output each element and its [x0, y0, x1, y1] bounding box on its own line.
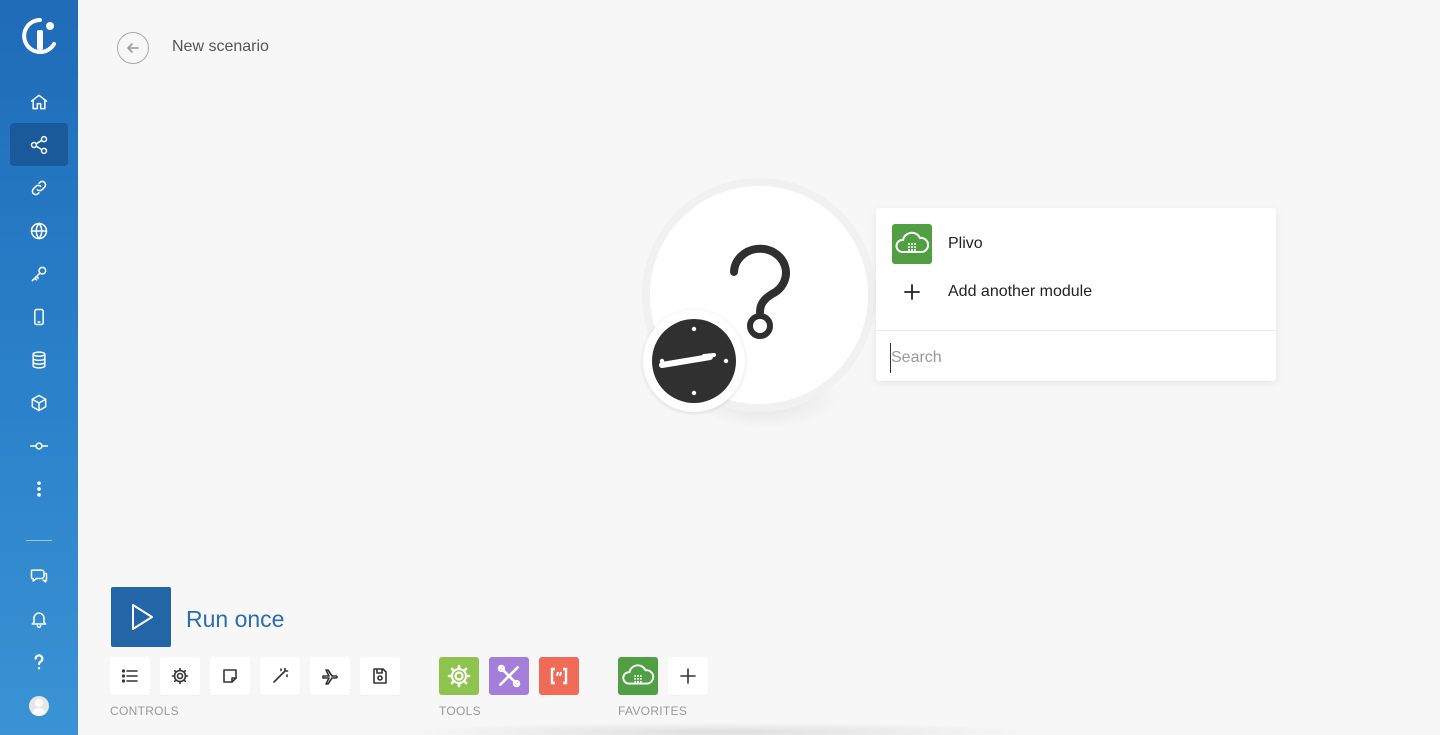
- clock-icon: [659, 326, 729, 396]
- arrow-left-icon: [127, 43, 139, 53]
- sidebar-item-notifications[interactable]: [10, 597, 68, 640]
- home-icon: [30, 94, 48, 109]
- plus-icon: [892, 272, 932, 312]
- plivo-icon: [892, 224, 932, 264]
- explain-flow-button[interactable]: [310, 657, 350, 695]
- add-module-option[interactable]: Add another module: [892, 272, 1092, 312]
- module-popover: Plivo Add another module: [876, 208, 1276, 381]
- text-parser-tool[interactable]: [539, 657, 579, 695]
- cube-icon: [31, 394, 47, 411]
- sidebar-item-help[interactable]: [10, 640, 68, 683]
- favorite-plivo[interactable]: [618, 657, 658, 695]
- commit-icon: [29, 441, 49, 450]
- make-logo-icon[interactable]: [20, 16, 60, 56]
- plus-icon: [680, 668, 696, 684]
- play-icon: [132, 604, 153, 630]
- tools-label: TOOLS: [439, 704, 481, 718]
- plivo-option[interactable]: Plivo: [892, 224, 983, 264]
- list-icon: [121, 669, 138, 683]
- database-icon: [32, 350, 46, 369]
- controls-label: CONTROLS: [110, 704, 180, 718]
- auto-align-button[interactable]: [260, 657, 300, 695]
- airplane-icon: [322, 669, 338, 685]
- back-button[interactable]: [117, 32, 149, 64]
- share-nodes-icon: [30, 135, 48, 154]
- magic-wand-icon: [273, 667, 289, 683]
- run-once-button[interactable]: [111, 587, 171, 647]
- more-vertical-icon: [37, 480, 41, 497]
- note-icon: [223, 669, 237, 683]
- scenario-list-button[interactable]: [110, 657, 150, 695]
- add-favorite-button[interactable]: [668, 657, 708, 695]
- sidebar-item-flow[interactable]: [10, 424, 68, 467]
- link-icon: [31, 180, 47, 195]
- popover-divider: [876, 330, 1276, 331]
- tools-icon: [497, 664, 521, 688]
- scheduling-trigger[interactable]: [652, 319, 736, 403]
- sidebar: [0, 0, 78, 735]
- brackets-icon: [550, 667, 568, 685]
- chat-icon: [30, 568, 48, 583]
- globe-icon: [30, 222, 48, 239]
- settings-button[interactable]: [160, 657, 200, 695]
- sidebar-item-chat[interactable]: [10, 554, 68, 597]
- sidebar-item-devices[interactable]: [10, 295, 68, 338]
- question-icon: [34, 653, 44, 669]
- sidebar-item-datastores[interactable]: [10, 338, 68, 381]
- sidebar-item-datastructures[interactable]: [10, 381, 68, 424]
- save-button[interactable]: [360, 657, 400, 695]
- toolbar-shadow: [400, 722, 1040, 735]
- sidebar-item-more[interactable]: [10, 467, 68, 510]
- gear-icon: [447, 664, 471, 688]
- plivo-icon: [622, 664, 655, 685]
- plivo-label: Plivo: [948, 235, 983, 252]
- flow-control-tool[interactable]: [439, 657, 479, 695]
- sidebar-item-scenarios[interactable]: [10, 123, 68, 166]
- gear-icon: [171, 667, 189, 685]
- mobile-icon: [34, 308, 44, 325]
- key-icon: [31, 266, 47, 281]
- favorites-label: FAVORITES: [618, 704, 688, 718]
- module-search-input[interactable]: [890, 343, 1262, 373]
- page-title: New scenario: [172, 38, 269, 55]
- sidebar-item-connections[interactable]: [10, 166, 68, 209]
- add-module-label: Add another module: [948, 283, 1093, 300]
- run-once-label[interactable]: Run once: [186, 606, 284, 633]
- sidebar-divider: [26, 540, 52, 541]
- bell-icon: [31, 611, 47, 628]
- tools-tool[interactable]: [489, 657, 529, 695]
- sidebar-item-webhooks[interactable]: [10, 209, 68, 252]
- sidebar-item-keys[interactable]: [10, 252, 68, 295]
- notes-button[interactable]: [210, 657, 250, 695]
- sidebar-item-home[interactable]: [10, 80, 68, 123]
- save-icon: [373, 668, 387, 684]
- user-avatar-icon[interactable]: [29, 696, 49, 716]
